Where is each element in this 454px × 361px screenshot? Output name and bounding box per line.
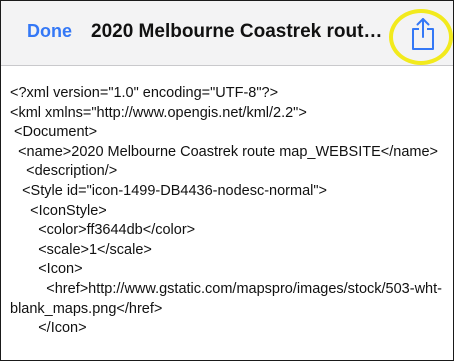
xml-source: <?xml version="1.0" encoding="UTF-8"?> <… xyxy=(10,84,446,339)
code-line: <Style id="icon-1499-DB4436-nodesc-norma… xyxy=(10,182,327,199)
share-button[interactable] xyxy=(410,17,436,51)
share-icon xyxy=(412,18,434,50)
code-line: <href>http://www.gstatic.com/mapspro/ima… xyxy=(10,280,442,317)
code-line: <color>ff3644db</color> xyxy=(10,222,196,239)
document-viewer: Done 2020 Melbourne Coastrek route map_W… xyxy=(0,0,454,361)
code-line: </Icon> xyxy=(10,320,87,337)
code-line: <Document> xyxy=(10,124,98,141)
code-line: <IconStyle> xyxy=(10,202,107,219)
code-line: <Icon> xyxy=(10,261,83,278)
code-line: <kml xmlns="http://www.opengis.net/kml/2… xyxy=(10,104,307,121)
code-line: <scale>1</scale> xyxy=(10,241,152,258)
navigation-bar: Done 2020 Melbourne Coastrek route map_W… xyxy=(1,1,453,66)
code-line: <name>2020 Melbourne Coastrek route map_… xyxy=(10,143,438,160)
document-title: 2020 Melbourne Coastrek route map_WEBSIT… xyxy=(91,21,383,42)
done-button[interactable]: Done xyxy=(27,21,72,42)
code-line: <?xml version="1.0" encoding="UTF-8"?> xyxy=(10,85,279,101)
code-line: <description/> xyxy=(10,163,118,180)
